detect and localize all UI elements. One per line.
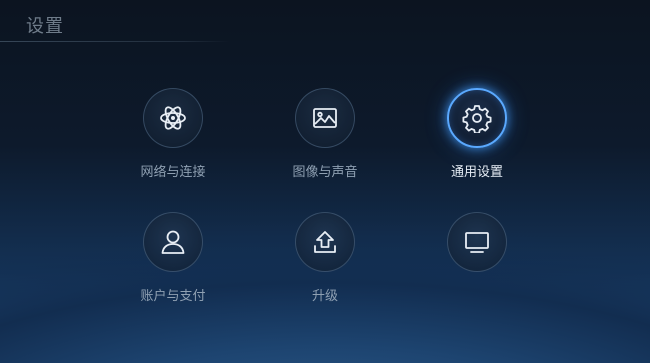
menu-item-network[interactable]: 网络与连接 bbox=[103, 88, 243, 188]
gear-icon bbox=[462, 105, 492, 133]
menu-item-account-payment[interactable]: 账户与支付 bbox=[103, 212, 243, 312]
menu-item-general-settings[interactable]: 通用设置 bbox=[407, 88, 547, 188]
menu-item-label: 网络与连接 bbox=[140, 165, 206, 180]
tv-icon bbox=[465, 232, 489, 253]
menu-item-label: 账户与支付 bbox=[140, 289, 206, 304]
menu-item-upgrade[interactable]: 升级 bbox=[255, 212, 395, 312]
menu-item-network-circle bbox=[143, 88, 203, 148]
picture-icon bbox=[313, 108, 337, 128]
menu-item-upgrade-circle bbox=[295, 212, 355, 272]
menu-item-label: 图像与声音 bbox=[292, 165, 358, 180]
atom-icon bbox=[160, 106, 186, 130]
upgrade-icon bbox=[314, 231, 336, 253]
menu-item-label: 通用设置 bbox=[450, 165, 503, 180]
user-icon bbox=[161, 230, 185, 254]
menu-item-tv[interactable] bbox=[407, 212, 547, 312]
menu-item-picture-sound-circle bbox=[295, 88, 355, 148]
menu-item-general-settings-circle bbox=[447, 88, 507, 148]
menu-item-picture-sound[interactable]: 图像与声音 bbox=[255, 88, 395, 188]
menu-item-tv-circle bbox=[447, 212, 507, 272]
settings-menu-grid: 网络与连接 图像与声音 通用设置 账户与支付 升级 bbox=[0, 0, 650, 363]
menu-item-account-payment-circle bbox=[143, 212, 203, 272]
menu-item-label: 升级 bbox=[311, 289, 338, 304]
